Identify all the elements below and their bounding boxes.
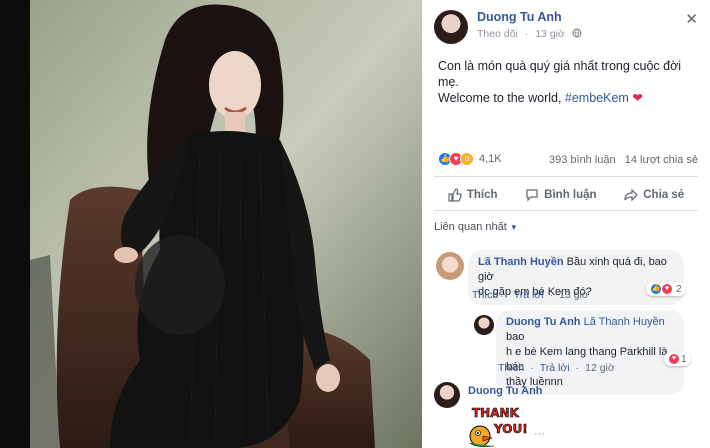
globe-icon [572, 28, 582, 40]
reply-avatar[interactable] [474, 315, 494, 335]
more-options-icon[interactable]: ··· [534, 428, 545, 440]
comment-button[interactable]: Bình luận [525, 184, 597, 206]
share-button[interactable]: Chia sẻ [624, 184, 684, 206]
love-reaction-icon: ♥ [668, 353, 680, 365]
caret-down-icon: ▼ [509, 223, 518, 232]
dot-separator: · [530, 362, 534, 374]
reply-reaction-count: 1 [681, 353, 687, 365]
sticker-text-1: THANK [472, 406, 520, 420]
post-sidebar: Duong Tu Anh Theo dõi · 13 giờ ✕ Con là … [422, 0, 710, 448]
reply-like-link[interactable]: Thích [498, 362, 524, 374]
comment-like-link[interactable]: Thích [472, 289, 498, 301]
close-icon[interactable]: ✕ [685, 10, 698, 28]
comment-reaction-count: 2 [676, 283, 682, 295]
meta-separator: · [524, 28, 529, 40]
comment-icon [526, 189, 538, 202]
commenter-avatar[interactable] [434, 382, 460, 408]
commenter-name[interactable]: Lã Thanh Huyền [478, 256, 564, 268]
mention-link[interactable]: Lã Thanh Huyền [584, 316, 665, 328]
divider [434, 176, 698, 177]
comment-actions: Thích · Trả lời · 13 giờ [472, 289, 595, 301]
heart-emoji: ❤ [632, 91, 643, 105]
caption-line-2: Welcome to the world, #embeKem ❤ [438, 90, 700, 106]
reply-bubble: Duong Tu Anh Lã Thanh Huyền bao h e bé K… [496, 310, 684, 395]
author-avatar[interactable] [434, 10, 468, 44]
wow-reaction-icon: o [460, 152, 474, 166]
love-reaction-icon: ♥ [661, 283, 673, 295]
reaction-count[interactable]: 4,1K [479, 153, 502, 165]
engagement-stats: 393 bình luận 14 lượt chia sẻ [543, 154, 698, 166]
facebook-photo-viewer: Duong Tu Anh Theo dõi · 13 giờ ✕ Con là … [0, 0, 710, 448]
like-label: Thích [466, 189, 498, 201]
reply-actions: Thích · Trả lời · 12 giờ [498, 362, 621, 374]
thumbs-up-icon [448, 188, 462, 202]
sort-label: Liên quan nhất [434, 221, 507, 233]
comment-reply-link[interactable]: Trả lời [514, 289, 544, 301]
reply-reaction-badge[interactable]: ♥ 1 [664, 352, 691, 366]
post-meta: Theo dõi · 13 giờ [477, 28, 586, 40]
reply-line-1: Duong Tu Anh Lã Thanh Huyền bao [506, 315, 674, 345]
comment-reaction-badge[interactable]: 👍 ♥ 2 [646, 282, 686, 296]
comment-count[interactable]: 393 bình luận [549, 154, 616, 166]
reply-time[interactable]: 12 giờ [585, 362, 615, 374]
follow-link[interactable]: Theo dõi [477, 28, 518, 40]
reply-text: bao [506, 331, 525, 343]
sticker-text-2: YOU! [493, 422, 528, 436]
author-name[interactable]: Duong Tu Anh [477, 10, 562, 24]
sticker-illustration: THANK YOU! [466, 403, 528, 448]
divider [434, 210, 698, 211]
commenter-avatar[interactable] [436, 252, 464, 280]
hashtag-link[interactable]: #embeKem [565, 91, 629, 105]
share-count[interactable]: 14 lượt chia sẻ [625, 154, 698, 166]
pregnant-woman-photo-illustration [30, 0, 422, 448]
like-button[interactable]: Thích [448, 184, 498, 206]
post-caption: Con là món quà quý giá nhất trong cuộc đ… [438, 58, 700, 106]
action-bar: Thích Bình luận Chia sẻ [434, 184, 698, 206]
comment-time[interactable]: 13 giờ [559, 289, 589, 301]
comment-sort-dropdown[interactable]: Liên quan nhất ▼ [434, 221, 518, 233]
share-arrow-icon [624, 188, 639, 202]
reply-reply-link[interactable]: Trả lời [540, 362, 570, 374]
post-time[interactable]: 13 giờ [535, 28, 565, 40]
reply-author-name[interactable]: Duong Tu Anh [506, 316, 581, 328]
comment-label: Bình luận [544, 189, 597, 201]
commenter-name[interactable]: Duong Tu Anh [468, 385, 543, 397]
caption-line-1: Con là món quà quý giá nhất trong cuộc đ… [438, 59, 682, 89]
share-label: Chia sẻ [643, 189, 685, 201]
dot-separator: · [549, 289, 554, 301]
thank-you-sticker: THANK YOU! [466, 403, 528, 448]
caption-text: Welcome to the world, [438, 91, 565, 105]
post-photo[interactable] [30, 0, 422, 448]
comment-line: Lã Thanh Huyền Bầu xinh quá đi, bao giờ [478, 255, 674, 285]
dot-separator: · [504, 289, 508, 301]
viewer-backdrop [0, 0, 30, 448]
dot-separator: · [575, 362, 580, 374]
reaction-summary[interactable]: 👍 ♥ o 4,1K [438, 152, 502, 166]
